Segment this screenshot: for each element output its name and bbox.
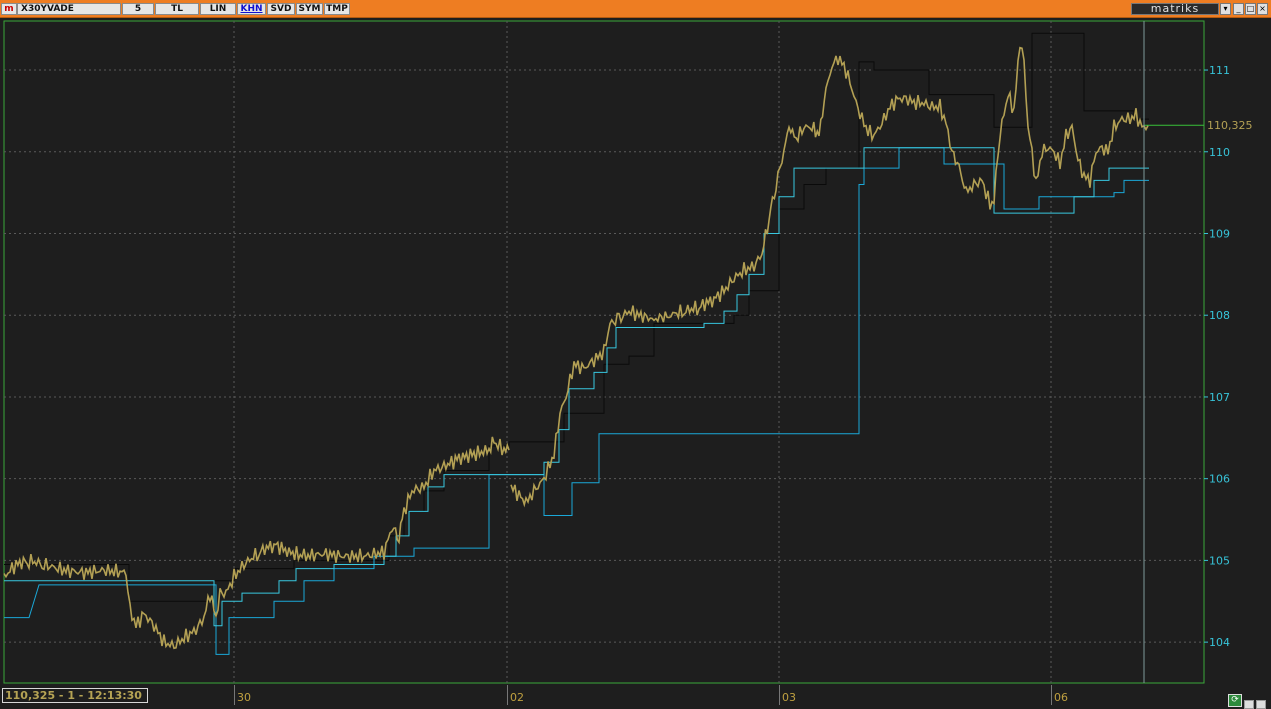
date-divider bbox=[1051, 685, 1052, 705]
cursor-readout: 110,325 - 1 - 12:13:30 bbox=[2, 688, 148, 703]
chart-canvas[interactable]: 104 105 106 107 108 109 110 111 110,325 bbox=[0, 18, 1271, 685]
date-label: 30 bbox=[237, 691, 251, 704]
svd-button[interactable]: SVD bbox=[267, 3, 295, 15]
y-tick-label: 109 bbox=[1209, 227, 1230, 240]
y-tick-label: 110 bbox=[1209, 146, 1230, 159]
maximize-icon[interactable]: □ bbox=[1245, 3, 1256, 15]
date-divider bbox=[779, 685, 780, 705]
time-axis: 110,325 - 1 - 12:13:30 30 02 03 06 bbox=[0, 685, 1271, 709]
date-divider bbox=[507, 685, 508, 705]
tl-button[interactable]: TL bbox=[155, 3, 199, 15]
last-price-label: 110,325 bbox=[1207, 119, 1253, 132]
y-tick-label: 108 bbox=[1209, 309, 1230, 322]
brand-logo: matriks bbox=[1131, 3, 1219, 15]
date-label: 06 bbox=[1054, 691, 1068, 704]
chart-toolbar: m X30YVADE 5 TL LIN KHN SVD SYM TMP matr… bbox=[0, 0, 1271, 18]
y-tick-label: 105 bbox=[1209, 554, 1230, 567]
symbol-field[interactable]: X30YVADE bbox=[17, 3, 121, 15]
y-tick-label: 106 bbox=[1209, 473, 1230, 486]
plot-border bbox=[3, 20, 1205, 684]
matriks-logo-icon[interactable]: m bbox=[1, 3, 17, 15]
scroll-left-icon[interactable] bbox=[1244, 700, 1254, 709]
y-axis: 104 105 106 107 108 109 110 111 bbox=[1204, 64, 1230, 649]
dropdown-icon[interactable]: ▾ bbox=[1220, 3, 1231, 15]
period-button[interactable]: 5 bbox=[122, 3, 154, 15]
minimize-icon[interactable]: _ bbox=[1233, 3, 1244, 15]
lin-button[interactable]: LIN bbox=[200, 3, 236, 15]
y-tick-label: 107 bbox=[1209, 391, 1230, 404]
refresh-icon[interactable]: ⟳ bbox=[1228, 694, 1242, 707]
date-label: 02 bbox=[510, 691, 524, 704]
close-icon[interactable]: × bbox=[1257, 3, 1268, 15]
y-tick-label: 104 bbox=[1209, 636, 1230, 649]
khn-button[interactable]: KHN bbox=[237, 3, 266, 15]
date-divider bbox=[234, 685, 235, 705]
price-chart[interactable]: 104 105 106 107 108 109 110 111 110,325 bbox=[0, 18, 1271, 685]
tmp-button[interactable]: TMP bbox=[324, 3, 350, 15]
y-tick-label: 111 bbox=[1209, 64, 1230, 77]
date-label: 03 bbox=[782, 691, 796, 704]
scroll-right-icon[interactable] bbox=[1256, 700, 1266, 709]
sym-button[interactable]: SYM bbox=[296, 3, 323, 15]
